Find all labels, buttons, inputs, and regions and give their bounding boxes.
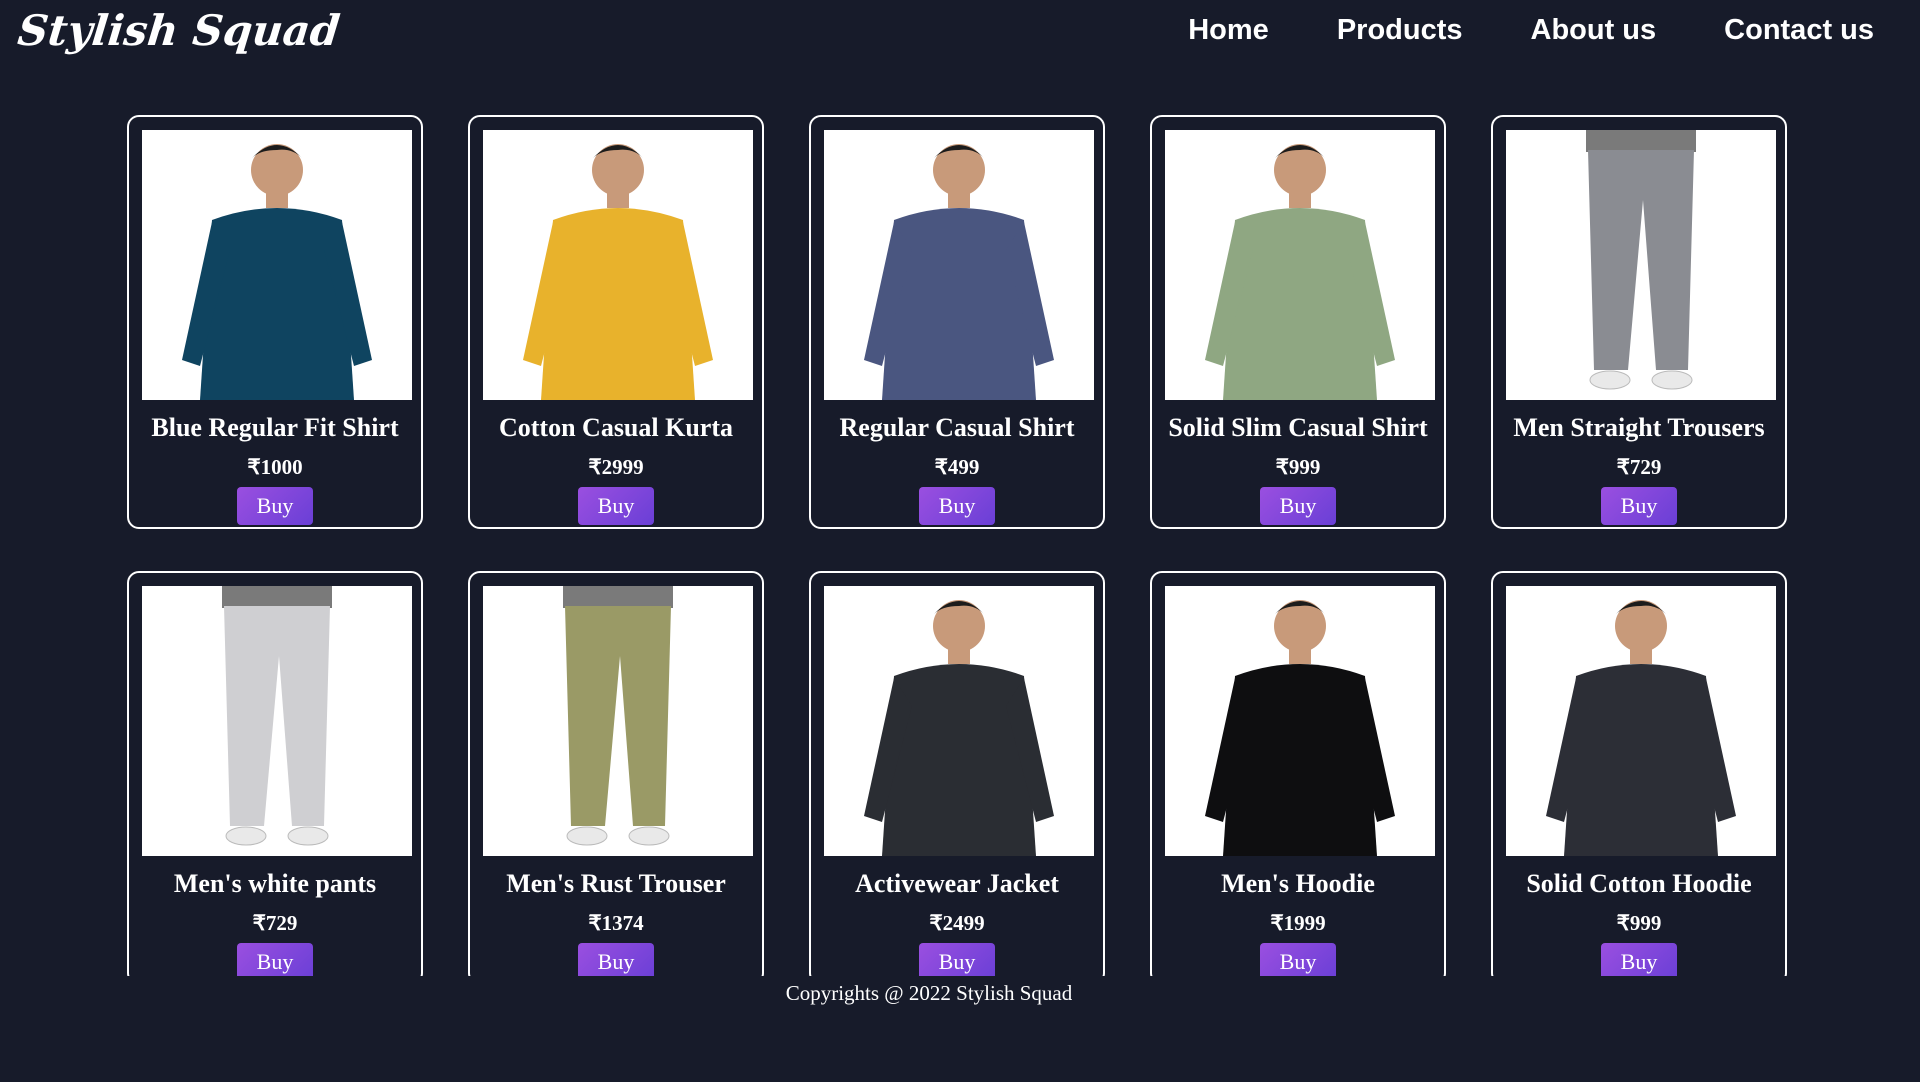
product-card: Men Straight Trousers ₹729 Buy <box>1491 115 1787 529</box>
nav-home[interactable]: Home <box>1188 14 1269 47</box>
product-card: Blue Regular Fit Shirt ₹1000 Buy <box>127 115 423 529</box>
white-pants-photo <box>222 586 332 846</box>
products-section[interactable]: Blue Regular Fit Shirt ₹1000 Buy Cotton … <box>0 72 1920 976</box>
product-title: Men's white pants <box>173 869 377 898</box>
product-price: ₹999 <box>1275 455 1321 479</box>
navy-shirt-photo <box>864 144 1054 400</box>
product-title: Solid Slim Casual Shirt <box>1168 413 1428 442</box>
buy-button[interactable]: Buy <box>578 943 654 976</box>
buy-button[interactable]: Buy <box>1260 487 1336 525</box>
product-grid: Blue Regular Fit Shirt ₹1000 Buy Cotton … <box>127 115 1791 976</box>
product-title: Men's Hoodie <box>1221 869 1375 898</box>
product-image[interactable] <box>483 586 753 856</box>
product-price: ₹999 <box>1616 911 1662 935</box>
product-price: ₹1999 <box>1270 911 1326 935</box>
product-title: Solid Cotton Hoodie <box>1526 869 1752 898</box>
product-image[interactable] <box>142 586 412 856</box>
product-image[interactable] <box>1165 130 1435 400</box>
black-jacket-photo <box>864 600 1054 856</box>
product-card: Activewear Jacket ₹2499 Buy <box>809 571 1105 976</box>
product-price: ₹2999 <box>588 455 644 479</box>
product-price: ₹499 <box>934 455 980 479</box>
site-logo[interactable]: Stylish Squad <box>15 6 342 55</box>
olive-trouser-photo <box>563 586 673 846</box>
buy-button[interactable]: Buy <box>237 487 313 525</box>
grey-trousers-photo <box>1586 130 1696 390</box>
product-card: Men's white pants ₹729 Buy <box>127 571 423 976</box>
nav-contact-us[interactable]: Contact us <box>1724 14 1874 47</box>
product-title: Regular Casual Shirt <box>839 413 1075 442</box>
buy-button[interactable]: Buy <box>1601 943 1677 976</box>
yellow-kurta-photo <box>523 144 713 400</box>
product-price: ₹2499 <box>929 911 985 935</box>
product-image[interactable] <box>1506 586 1776 856</box>
buy-button[interactable]: Buy <box>237 943 313 976</box>
product-card: Men's Hoodie ₹1999 Buy <box>1150 571 1446 976</box>
buy-button[interactable]: Buy <box>578 487 654 525</box>
product-title: Men's Rust Trouser <box>506 869 726 898</box>
product-card: Solid Slim Casual Shirt ₹999 Buy <box>1150 115 1446 529</box>
nav-about-us[interactable]: About us <box>1531 14 1657 47</box>
product-card: Men's Rust Trouser ₹1374 Buy <box>468 571 764 976</box>
product-title: Blue Regular Fit Shirt <box>151 413 399 442</box>
product-price: ₹729 <box>252 911 298 935</box>
dark-hoodie-photo <box>1546 600 1736 856</box>
blue-shirt-photo <box>182 144 372 400</box>
black-hoodie-photo <box>1205 600 1395 856</box>
main-nav: Home Products About us Contact us <box>1188 14 1874 47</box>
product-image[interactable] <box>142 130 412 400</box>
nav-products[interactable]: Products <box>1337 14 1463 47</box>
buy-button[interactable]: Buy <box>1260 943 1336 976</box>
product-image[interactable] <box>483 130 753 400</box>
product-card: Regular Casual Shirt ₹499 Buy <box>809 115 1105 529</box>
product-price: ₹729 <box>1616 455 1662 479</box>
product-card: Cotton Casual Kurta ₹2999 Buy <box>468 115 764 529</box>
green-shirt-photo <box>1205 144 1395 400</box>
header: Stylish Squad Home Products About us Con… <box>0 0 1920 72</box>
product-image[interactable] <box>1506 130 1776 400</box>
product-image[interactable] <box>824 130 1094 400</box>
product-title: Men Straight Trousers <box>1513 413 1765 442</box>
product-price: ₹1000 <box>247 455 303 479</box>
product-image[interactable] <box>1165 586 1435 856</box>
product-title: Cotton Casual Kurta <box>498 413 733 442</box>
product-card: Solid Cotton Hoodie ₹999 Buy <box>1491 571 1787 976</box>
buy-button[interactable]: Buy <box>1601 487 1677 525</box>
product-title: Activewear Jacket <box>855 869 1059 898</box>
footer-copyright: Copyrights @ 2022 Stylish Squad <box>785 981 1073 1005</box>
buy-button[interactable]: Buy <box>919 943 995 976</box>
product-price: ₹1374 <box>588 911 644 935</box>
buy-button[interactable]: Buy <box>919 487 995 525</box>
product-image[interactable] <box>824 586 1094 856</box>
